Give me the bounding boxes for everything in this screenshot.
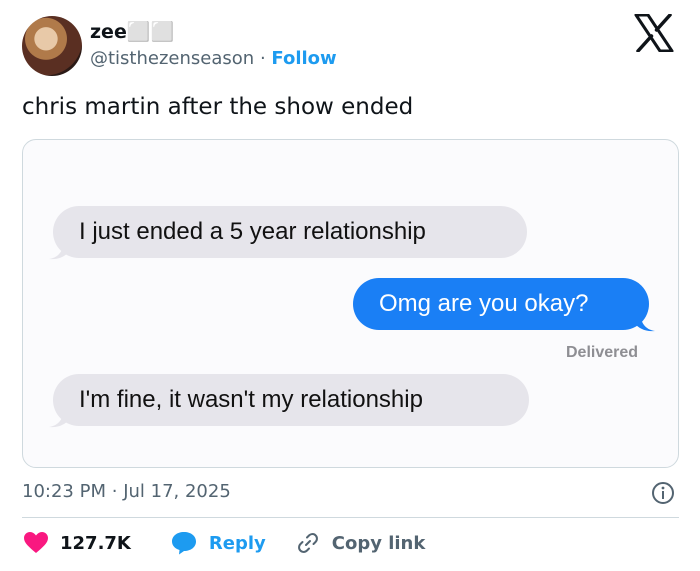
message-bubble-received: I'm fine, it wasn't my relationship: [53, 374, 529, 426]
link-icon[interactable]: [296, 531, 320, 555]
author-handle[interactable]: @tisthezenseason: [90, 48, 254, 69]
reply-bubble-icon[interactable]: [171, 531, 197, 555]
like-button[interactable]: 127.7K: [24, 532, 171, 554]
message-bubble-received: I just ended a 5 year relationship: [53, 206, 527, 258]
author-avatar[interactable]: [22, 16, 82, 76]
copy-link-label[interactable]: Copy link: [332, 533, 426, 554]
divider: [22, 517, 679, 518]
timestamp-separator: ·: [111, 481, 118, 502]
info-icon[interactable]: [651, 481, 675, 505]
follow-button[interactable]: Follow: [271, 48, 336, 69]
author-handle-row: @tisthezenseason · Follow: [90, 48, 337, 69]
x-logo-icon[interactable]: [634, 14, 674, 52]
handle-separator: ·: [259, 48, 266, 69]
tweet-timestamp[interactable]: 10:23 PM · Jul 17, 2025: [22, 481, 231, 502]
action-bar: 127.7K Reply Copy link: [24, 530, 425, 556]
tweet-media[interactable]: I just ended a 5 year relationship Omg a…: [22, 139, 679, 468]
tweet-text: chris martin after the show ended: [22, 94, 414, 120]
tweet-date[interactable]: Jul 17, 2025: [123, 481, 231, 502]
copy-link-button[interactable]: Copy link: [296, 531, 426, 555]
author-name[interactable]: zee⬜⬜: [90, 20, 174, 43]
delivered-status: Delivered: [566, 344, 639, 361]
tweet-time[interactable]: 10:23 PM: [22, 481, 106, 502]
message-bubble-sent: Omg are you okay?: [353, 278, 649, 330]
reply-button[interactable]: Reply: [171, 531, 296, 555]
reply-label[interactable]: Reply: [209, 533, 266, 554]
heart-icon[interactable]: [24, 532, 48, 554]
like-count[interactable]: 127.7K: [60, 533, 131, 554]
